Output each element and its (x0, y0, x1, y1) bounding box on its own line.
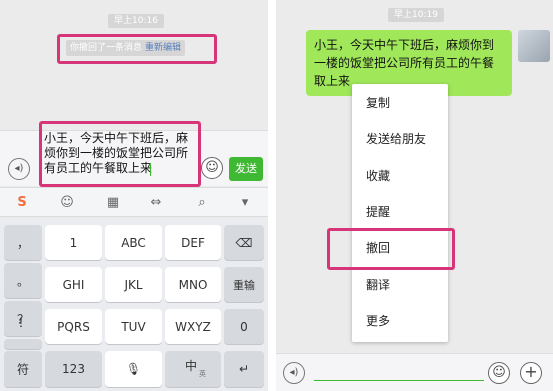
key-exclaim[interactable] (4, 339, 42, 349)
key-ghi[interactable]: GHI (45, 267, 102, 302)
highlight-box-recall-menu (327, 228, 455, 270)
key-mno[interactable]: MNO (165, 267, 221, 302)
keyboard-icon[interactable]: ▦ (103, 195, 123, 210)
timestamp: 早上10:16 (108, 14, 164, 28)
key-wxyz[interactable]: WXYZ (165, 309, 221, 344)
collapse-icon[interactable]: ▾ (235, 195, 255, 210)
enter-icon: ↵ (238, 362, 250, 376)
send-button[interactable]: 发送 (229, 157, 263, 181)
avatar[interactable] (518, 30, 550, 62)
plus-icon[interactable]: + (520, 362, 542, 384)
key-pqrs[interactable]: PQRS (45, 309, 102, 344)
key-0[interactable]: 0 (224, 309, 264, 344)
backspace-key[interactable]: ⌫ (224, 225, 264, 260)
key-jkl[interactable]: JKL (105, 267, 162, 302)
space-key[interactable]: 🎙 (105, 351, 162, 387)
enter-key[interactable]: ↵ (224, 351, 264, 387)
backspace-icon: ⌫ (235, 235, 253, 250)
symbol-key[interactable]: 符 (4, 351, 42, 387)
menu-item-more[interactable]: 更多 (366, 314, 390, 328)
emoji-icon[interactable]: ☺ (201, 157, 223, 179)
timestamp: 早上10:19 (388, 8, 444, 22)
key-exclaim-label: ！ (18, 316, 31, 330)
key-comma[interactable]: ， (4, 225, 42, 260)
voice-icon[interactable]: ◂) (8, 158, 30, 180)
emoji-icon[interactable]: ☺ (57, 195, 77, 210)
context-menu: 复制 发送给朋友 收藏 提醒 撤回 翻译 更多 (352, 84, 448, 342)
sogou-logo-icon[interactable]: S (12, 195, 32, 210)
microphone-icon: 🎙 (125, 362, 142, 376)
lang-switch-key[interactable]: 中 英 (165, 351, 221, 387)
key-abc[interactable]: ABC (105, 225, 162, 260)
menu-item-remind[interactable]: 提醒 (366, 205, 390, 219)
key-period[interactable]: 。 (4, 263, 42, 298)
voice-icon[interactable]: ◂) (283, 362, 305, 384)
highlight-box-input (39, 121, 201, 187)
menu-item-favorite[interactable]: 收藏 (366, 169, 390, 183)
keyboard-toolbar: S ☺ ▦ ⇔ ⌕ ▾ (0, 187, 268, 217)
search-icon[interactable]: ⌕ (192, 195, 212, 210)
emoji-icon[interactable]: ☺ (488, 362, 510, 384)
menu-item-translate[interactable]: 翻译 (366, 278, 390, 292)
number-key[interactable]: 123 (45, 351, 102, 387)
menu-item-copy[interactable]: 复制 (366, 96, 390, 110)
menu-item-forward[interactable]: 发送给朋友 (366, 132, 426, 146)
key-tuv[interactable]: TUV (105, 309, 162, 344)
highlight-box-recall (57, 34, 217, 64)
key-def[interactable]: DEF (165, 225, 221, 260)
message-input[interactable] (314, 380, 484, 381)
panel-divider (268, 0, 276, 391)
key-1[interactable]: 1 (45, 225, 102, 260)
input-bar (276, 353, 553, 391)
reset-key[interactable]: 重输 (224, 267, 264, 302)
cursor-move-icon[interactable]: ⇔ (146, 195, 166, 210)
